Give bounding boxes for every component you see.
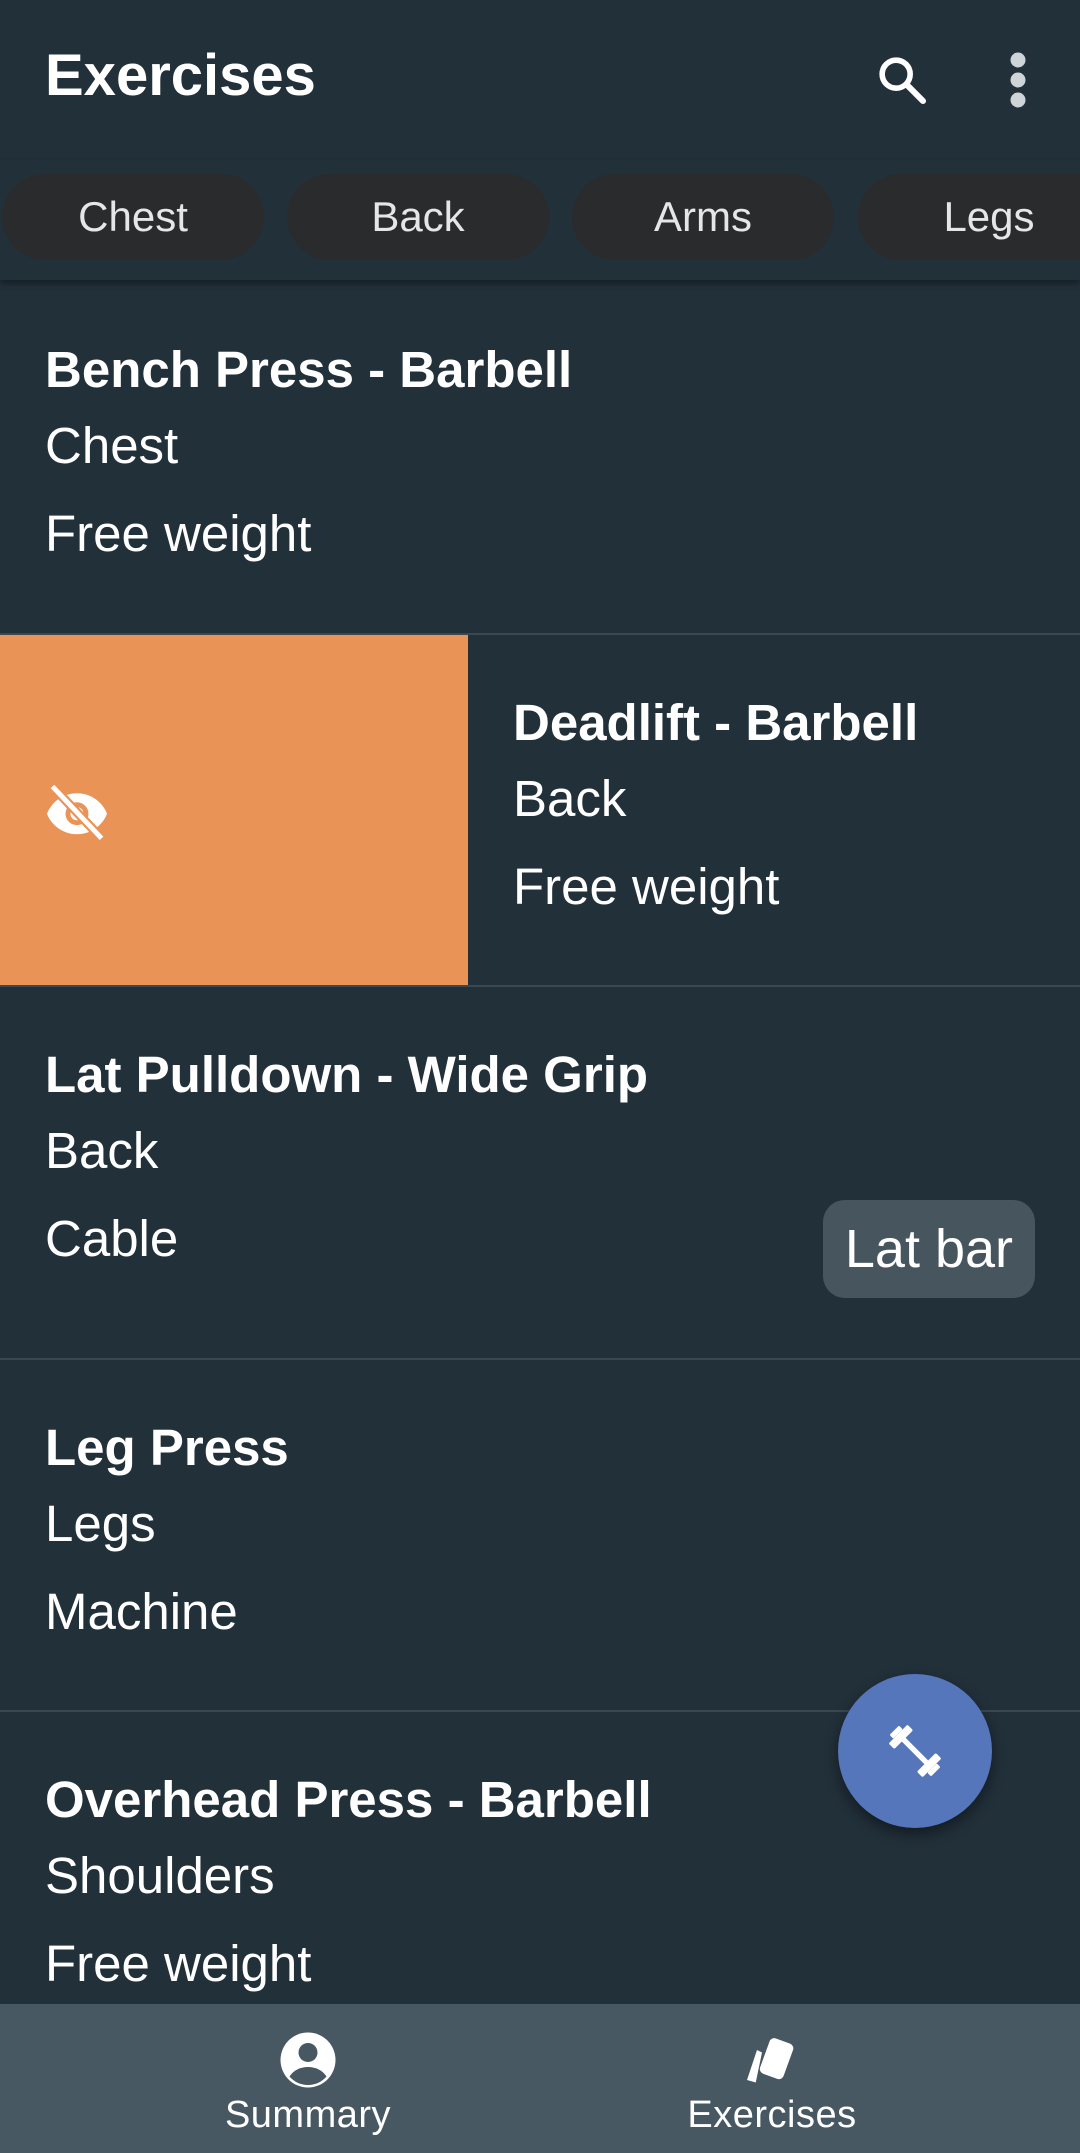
exercise-row[interactable]: Bench Press - Barbell Chest Free weight [0, 282, 1080, 635]
app-root: Exercises Chest Back Arms Legs Bench Pre… [0, 0, 1080, 2153]
top-app-bar: Exercises [0, 0, 1080, 160]
add-exercise-fab[interactable] [838, 1674, 992, 1828]
exercise-name: Leg Press [45, 1419, 289, 1476]
nav-item-exercises[interactable]: Exercises [502, 2004, 1042, 2153]
page-title: Exercises [45, 43, 316, 108]
exercise-muscle: Chest [45, 417, 179, 474]
account-circle-icon [280, 2032, 336, 2088]
chip-back[interactable]: Back [287, 174, 549, 260]
exercise-row-content: Deadlift - Barbell Back Free weight [468, 635, 1080, 985]
equipment-tag: Lat bar [822, 1200, 1035, 1298]
exercise-muscle: Legs [45, 1495, 156, 1552]
cards-icon [747, 2038, 794, 2083]
more-vert-icon [1010, 52, 1026, 108]
nav-label-summary: Summary [224, 2094, 392, 2136]
exercise-row[interactable]: Leg Press Legs Machine [0, 1360, 1080, 1712]
exercise-name: Bench Press - Barbell [45, 341, 573, 398]
exercise-row[interactable]: Lat Pulldown - Wide Grip Back Cable Lat … [0, 987, 1080, 1360]
exercise-type: Machine [45, 1583, 238, 1640]
exercise-row-swiped[interactable]: Deadlift - Barbell Back Free weight [0, 635, 1080, 987]
exercise-name: Lat Pulldown - Wide Grip [45, 1046, 649, 1103]
chip-legs[interactable]: Legs [858, 174, 1080, 260]
exercise-name: Overhead Press - Barbell [45, 1771, 652, 1828]
search-button[interactable] [854, 32, 950, 128]
exercise-type: Free weight [45, 1935, 312, 1992]
search-icon [879, 57, 927, 105]
hide-exercise-action[interactable] [0, 635, 468, 985]
nav-item-summary[interactable]: Summary [38, 2004, 578, 2153]
exercise-muscle: Shoulders [45, 1847, 275, 1904]
exercise-type: Free weight [513, 858, 780, 915]
bottom-navigation: Summary Exercises [0, 2004, 1080, 2153]
nav-label-exercises: Exercises [687, 2094, 857, 2136]
visibility-off-icon [47, 783, 107, 841]
dumbbell-icon [889, 1725, 941, 1777]
exercise-muscle: Back [45, 1122, 159, 1179]
exercise-name: Deadlift - Barbell [513, 694, 919, 751]
more-options-button[interactable] [970, 32, 1066, 128]
chip-arms[interactable]: Arms [572, 174, 834, 260]
exercise-type: Free weight [45, 505, 312, 562]
muscle-filter-chips: Chest Back Arms Legs [0, 160, 1080, 280]
exercise-type: Cable [45, 1210, 179, 1267]
chip-chest[interactable]: Chest [2, 174, 264, 260]
exercise-muscle: Back [513, 770, 627, 827]
